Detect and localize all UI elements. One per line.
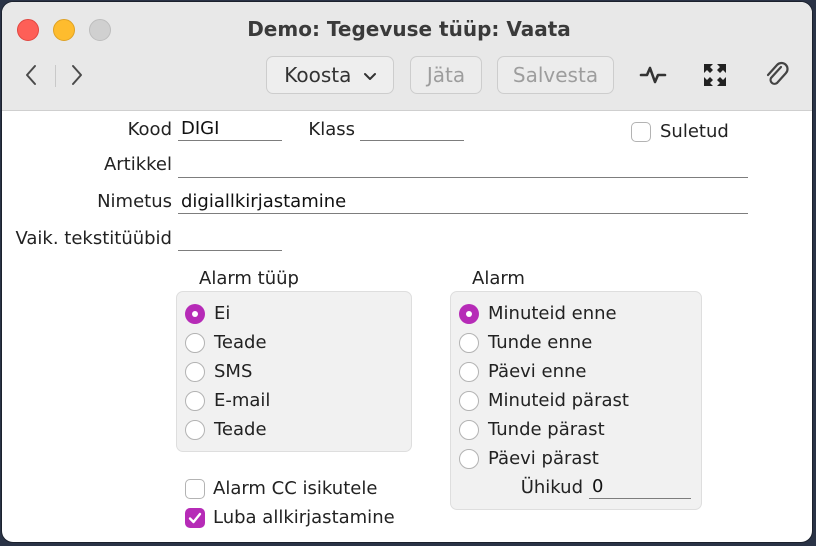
- klass-field[interactable]: [360, 117, 464, 141]
- suletud-label: Suletud: [660, 121, 729, 142]
- artikkel-field[interactable]: [178, 154, 748, 178]
- radio-button[interactable]: [459, 449, 479, 469]
- option-label: Minuteid enne: [488, 303, 617, 324]
- koosta-button[interactable]: Koosta: [266, 56, 394, 94]
- salvesta-button[interactable]: Salvesta: [497, 56, 614, 94]
- luba-allkirjastamine-label: Luba allkirjastamine: [213, 507, 395, 528]
- suletud-checkbox[interactable]: [631, 122, 651, 142]
- chevron-down-icon: [363, 73, 376, 80]
- option-label: Tunde pärast: [488, 419, 605, 440]
- jata-label: Jäta: [426, 63, 466, 87]
- salvesta-label: Salvesta: [512, 63, 599, 87]
- option-label: Teade: [214, 332, 267, 353]
- uhikud-field[interactable]: 0: [589, 475, 691, 499]
- alarm-group: Minuteid enne Tunde enne Päevi enne Minu…: [450, 291, 702, 510]
- option-label: Teade: [214, 419, 267, 440]
- chevron-left-icon: [26, 65, 36, 85]
- back-button[interactable]: [24, 60, 38, 93]
- window-toolbar: Demo: Tegevuse tüüp: Vaata Koosta Jäta S…: [2, 2, 812, 111]
- window-title: Demo: Tegevuse tüüp: Vaata: [247, 17, 571, 41]
- radio-button[interactable]: [185, 362, 205, 382]
- document-window: Demo: Tegevuse tüüp: Vaata Koosta Jäta S…: [2, 2, 812, 542]
- chevron-right-icon: [72, 65, 82, 85]
- radio-button[interactable]: [459, 304, 479, 324]
- alarm-group-label: Alarm: [472, 268, 525, 289]
- koosta-label: Koosta: [284, 63, 352, 87]
- alarm-type-group: Ei Teade SMS E-mail Teade: [176, 291, 412, 452]
- vaik-tekstituubid-label: Vaik. tekstitüübid: [15, 228, 172, 249]
- expand-icon[interactable]: [698, 58, 732, 92]
- nimetus-field[interactable]: digiallkirjastamine: [178, 190, 748, 214]
- alarm-cc-checkbox[interactable]: [185, 479, 205, 499]
- option-label: Päevi enne: [488, 361, 587, 382]
- kood-label: Kood: [127, 119, 172, 140]
- option-label: E-mail: [214, 390, 271, 411]
- klass-label: Klass: [308, 119, 355, 140]
- radio-button[interactable]: [459, 333, 479, 353]
- luba-allkirjastamine-checkbox[interactable]: [185, 508, 205, 528]
- option-label: Ei: [214, 303, 231, 324]
- nav-divider: [55, 65, 56, 87]
- jata-button[interactable]: Jäta: [410, 56, 482, 94]
- radio-button[interactable]: [185, 333, 205, 353]
- option-label: SMS: [214, 361, 253, 382]
- uhikud-label: Ühikud: [520, 477, 583, 498]
- option-label: Minuteid pärast: [488, 390, 629, 411]
- alarm-cc-label: Alarm CC isikutele: [213, 478, 378, 499]
- radio-button[interactable]: [185, 304, 205, 324]
- forward-button[interactable]: [70, 60, 84, 93]
- radio-button[interactable]: [459, 391, 479, 411]
- artikkel-label: Artikkel: [103, 154, 172, 175]
- radio-button[interactable]: [185, 391, 205, 411]
- radio-button[interactable]: [459, 362, 479, 382]
- radio-button[interactable]: [459, 420, 479, 440]
- attachment-icon[interactable]: [760, 58, 794, 92]
- checkmark-icon: [188, 512, 202, 524]
- nimetus-label: Nimetus: [97, 191, 172, 212]
- vaik-tekstituubid-field[interactable]: [178, 227, 282, 251]
- activity-icon[interactable]: [636, 58, 670, 92]
- kood-field[interactable]: DIGI: [178, 117, 282, 141]
- alarm-type-group-label: Alarm tüüp: [199, 268, 299, 289]
- option-label: Päevi pärast: [488, 448, 599, 469]
- option-label: Tunde enne: [488, 332, 593, 353]
- radio-button[interactable]: [185, 420, 205, 440]
